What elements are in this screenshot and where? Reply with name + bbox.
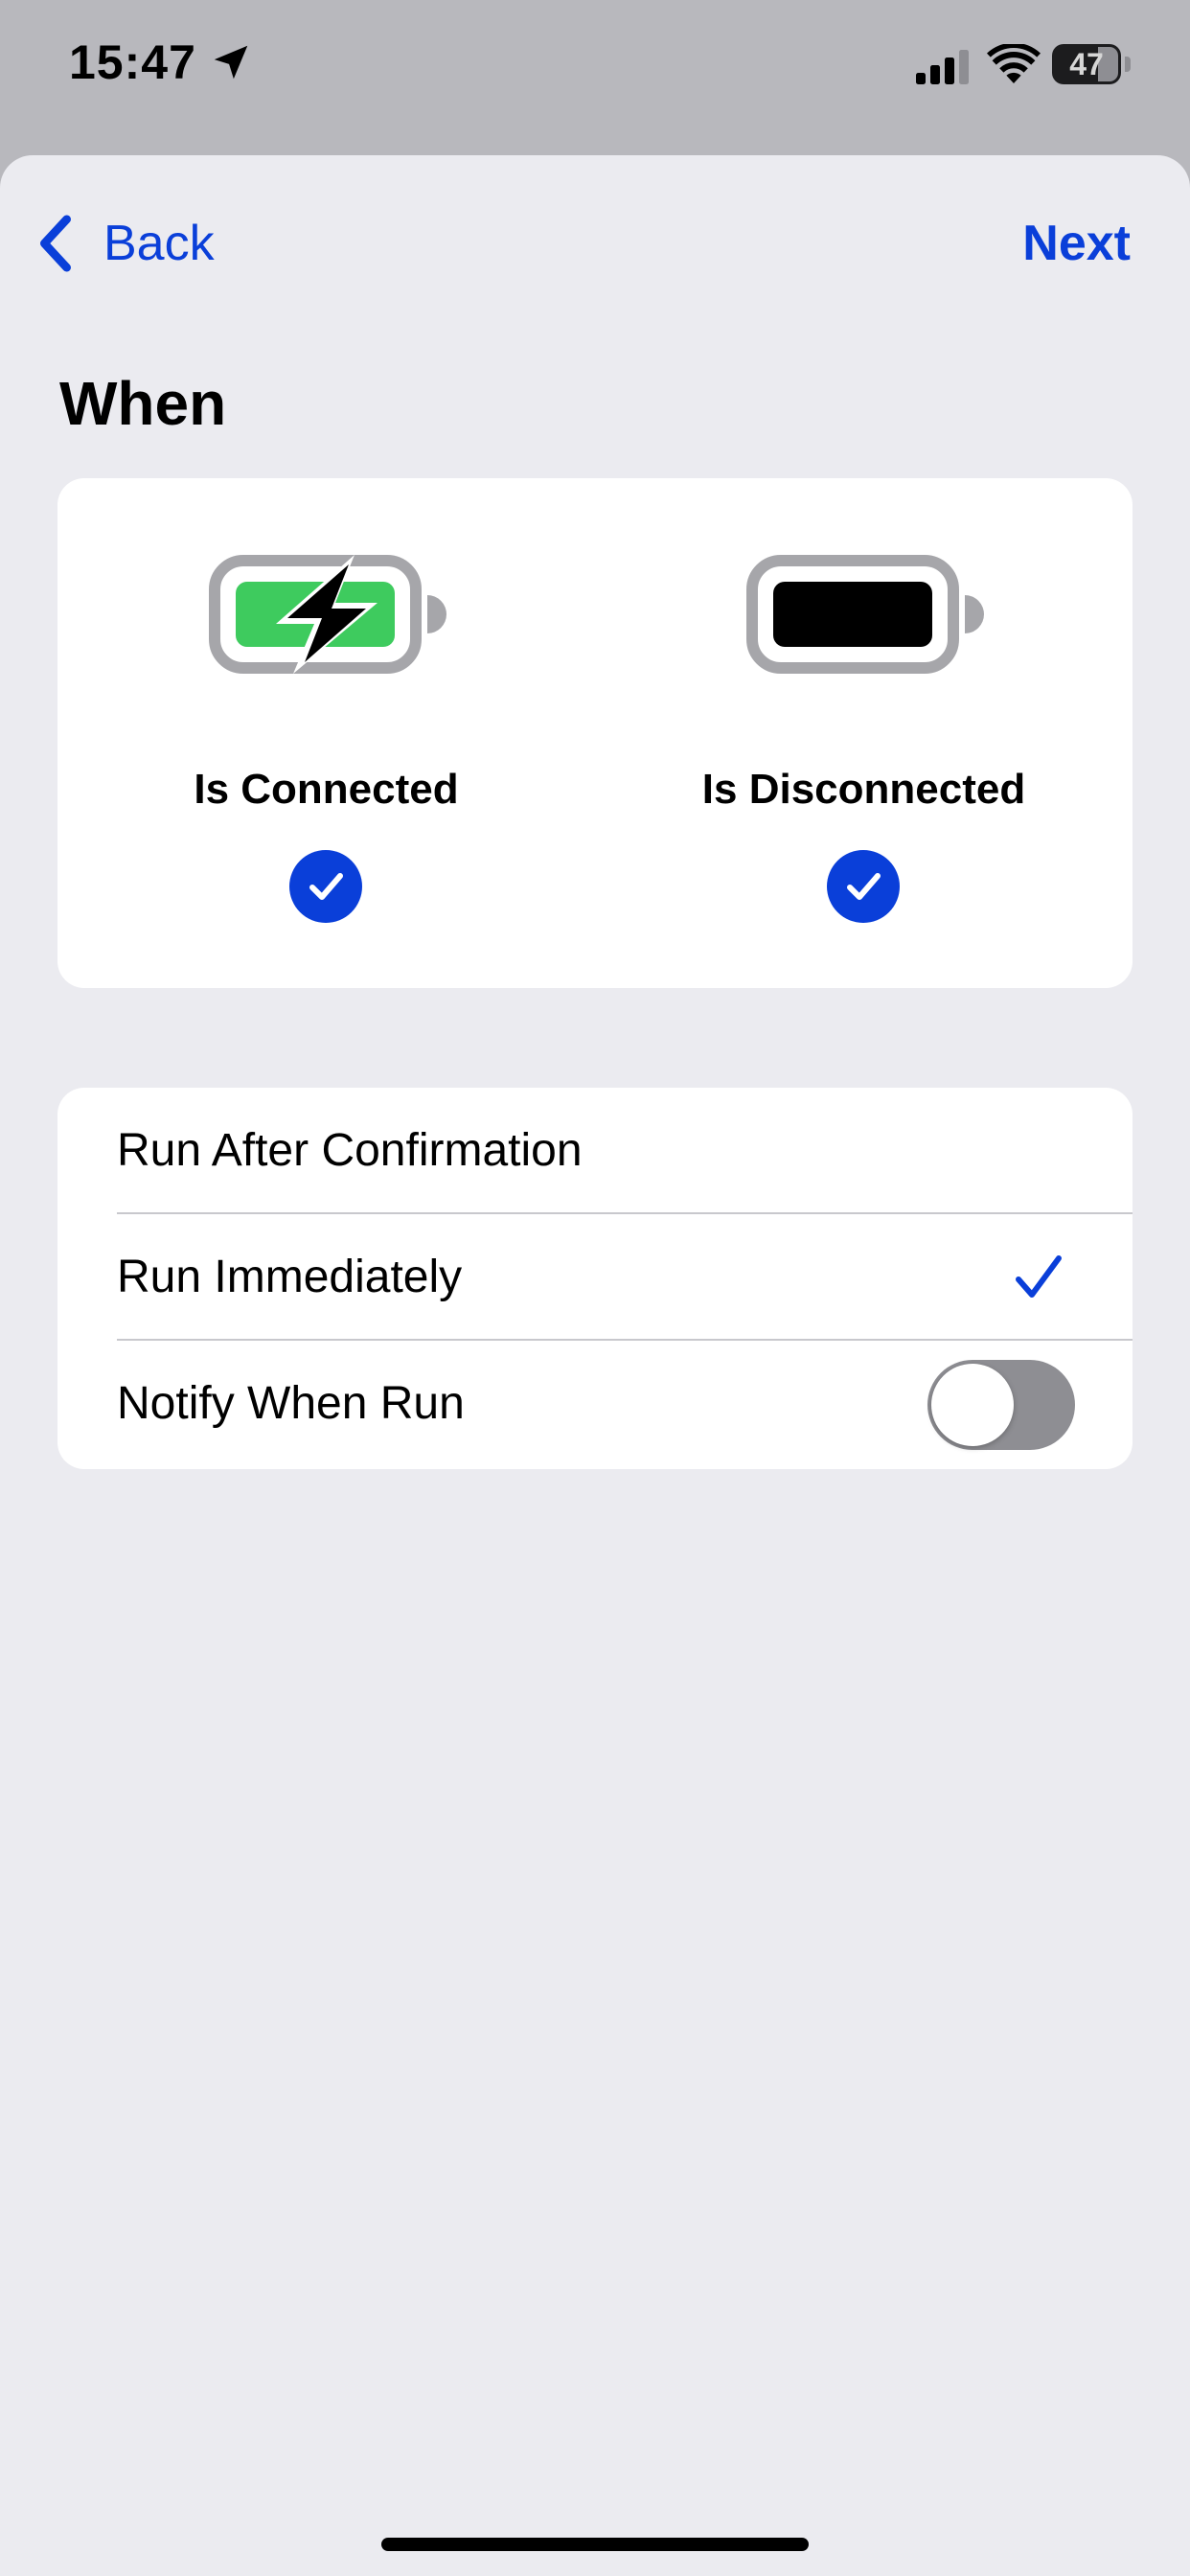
battery-percentage: 47	[1069, 47, 1104, 81]
option-run-after-confirmation[interactable]: Run After Confirmation	[57, 1088, 1133, 1214]
back-button[interactable]: Back	[36, 205, 215, 282]
next-button[interactable]: Next	[1022, 205, 1131, 282]
run-options-card: Run After Confirmation Run Immediately N…	[57, 1088, 1133, 1469]
trigger-label-connected: Is Connected	[194, 766, 459, 813]
automation-sheet: Back Next When Is Connected Is Disconnec…	[0, 155, 1190, 2576]
checkmark-circle-icon[interactable]	[289, 850, 362, 923]
notify-toggle[interactable]	[927, 1360, 1075, 1450]
cellular-signal-icon	[916, 50, 969, 84]
back-button-label: Back	[103, 216, 215, 271]
status-time: 15:47	[69, 35, 196, 89]
chevron-left-icon	[40, 215, 71, 272]
trigger-label-disconnected: Is Disconnected	[701, 766, 1026, 813]
home-indicator[interactable]	[381, 2538, 809, 2551]
toggle-knob	[931, 1364, 1014, 1446]
checkmark-icon	[1016, 1255, 1062, 1298]
battery-nub	[1125, 57, 1131, 72]
option-run-immediately[interactable]: Run Immediately	[57, 1214, 1133, 1341]
section-title: When	[59, 369, 227, 438]
trigger-choice-card: Is Connected Is Disconnected	[57, 478, 1133, 988]
wifi-icon	[987, 44, 1041, 83]
option-label: Notify When Run	[117, 1378, 465, 1429]
option-label: Run After Confirmation	[117, 1125, 583, 1176]
battery-full-icon	[746, 555, 984, 674]
checkmark-circle-icon[interactable]	[827, 850, 900, 923]
battery-icon: 47	[1052, 44, 1133, 84]
location-arrow-icon	[214, 45, 248, 80]
trigger-option-disconnected[interactable]: Is Disconnected	[595, 478, 1133, 988]
status-bar: 15:47 47	[0, 0, 1190, 155]
battery-charging-icon	[209, 555, 446, 674]
trigger-option-connected[interactable]: Is Connected	[57, 478, 595, 988]
option-notify-when-run: Notify When Run	[57, 1341, 1133, 1467]
option-label: Run Immediately	[117, 1252, 463, 1302]
